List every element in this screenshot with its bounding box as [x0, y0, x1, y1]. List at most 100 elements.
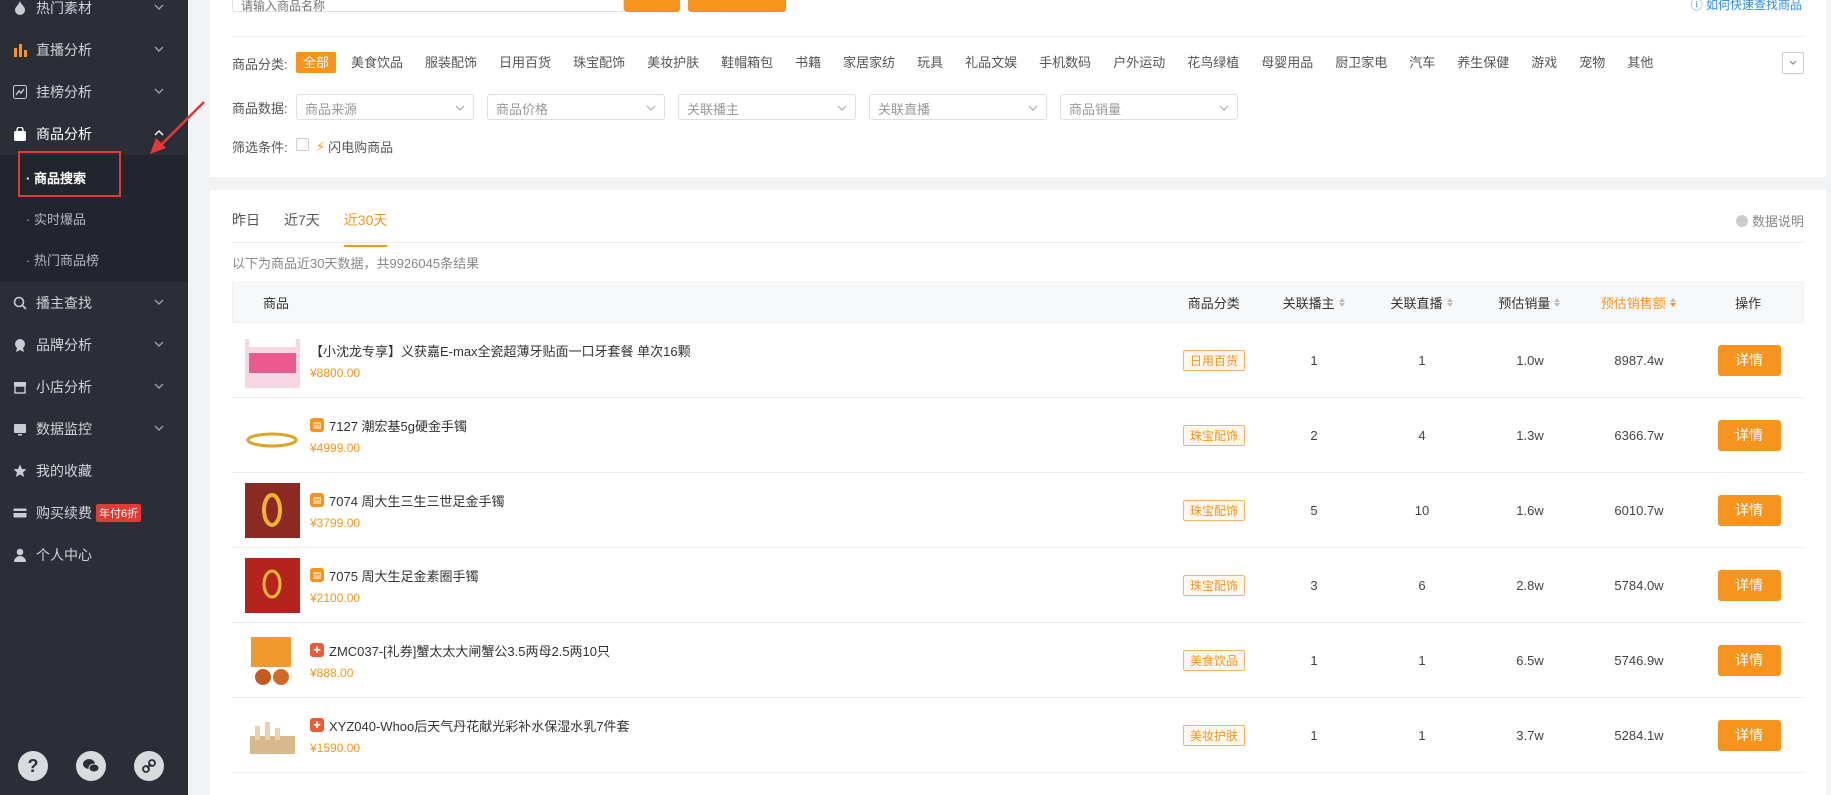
chevron-down-icon — [455, 105, 465, 111]
category-option[interactable]: 鞋帽箱包 — [714, 52, 780, 73]
search-button[interactable] — [624, 0, 680, 12]
nav-item-personal-center[interactable]: 个人中心 — [0, 534, 188, 576]
category-option[interactable]: 其他 — [1620, 52, 1660, 73]
chevron-down-icon — [1028, 105, 1038, 111]
user-icon — [12, 547, 28, 563]
product-thumbnail[interactable] — [245, 407, 300, 463]
detail-button[interactable]: 详情 — [1717, 719, 1781, 751]
category-option[interactable]: 玩具 — [910, 52, 950, 73]
nav-item-my-favorites[interactable]: 我的收藏 — [0, 450, 188, 492]
anchor-select[interactable]: 关联播主 — [678, 94, 856, 120]
store-icon — [12, 379, 28, 395]
product-title[interactable]: ✚ XYZ040-Whoo后天气丹花献光彩补水保湿水乳7件套 — [310, 716, 630, 735]
secondary-top-button[interactable] — [688, 0, 786, 12]
flash-buy-option[interactable]: ⚡ 闪电购商品 — [316, 137, 393, 156]
col-amount[interactable]: 预估销售额 — [1583, 293, 1693, 312]
product-title[interactable]: ▤ 7075 周大生足金素圈手镯 — [310, 566, 479, 585]
flash-buy-checkbox[interactable] — [296, 138, 309, 151]
col-label: 关联播主 — [1282, 296, 1335, 311]
product-table: 商品 商品分类 关联播主 关联直播 预估销量 预估销售额 操作 【小沈龙专享】义… — [232, 282, 1804, 773]
nav-item-purchase-renew[interactable]: 购买续费 年付6折 — [0, 492, 188, 534]
col-lives[interactable]: 关联直播 — [1368, 293, 1476, 312]
product-title-text: 7075 周大生足金素圈手镯 — [329, 568, 479, 584]
product-title[interactable]: ▤ 7127 潮宏基5g硬金手镯 — [310, 416, 467, 435]
chevron-down-icon — [154, 425, 164, 431]
category-option[interactable]: 养生保健 — [1450, 52, 1516, 73]
col-anchors[interactable]: 关联播主 — [1260, 293, 1368, 312]
category-option[interactable]: 母婴用品 — [1254, 52, 1320, 73]
detail-button[interactable]: 详情 — [1717, 569, 1781, 601]
product-price: ¥888.00 — [310, 665, 354, 680]
lives-cell: 1 — [1418, 727, 1426, 743]
category-all[interactable]: 全部 — [296, 52, 337, 73]
category-option[interactable]: 厨卫家电 — [1328, 52, 1394, 73]
nav-item-brand-analysis[interactable]: 品牌分析 — [0, 324, 188, 366]
product-info: ✚ ZMC037-[礼券]蟹太太大闸蟹公3.5两母2.5两10只 ¥888.00 — [310, 641, 610, 680]
anchors-cell: 1 — [1310, 727, 1318, 743]
col-product: 商品 — [263, 296, 290, 311]
nav-item-store-analysis[interactable]: 小店分析 — [0, 366, 188, 408]
nav-item-live-analysis[interactable]: 直播分析 — [0, 29, 188, 71]
nav-label: 热门素材 — [36, 0, 92, 16]
sort-icon — [1338, 298, 1345, 307]
category-option[interactable]: 宠物 — [1572, 52, 1612, 73]
sales-select[interactable]: 商品销量 — [1060, 94, 1238, 120]
store-source-icon: ▤ — [310, 493, 324, 507]
product-title[interactable]: ▤ 7074 周大生三生三世足金手镯 — [310, 491, 505, 510]
category-option[interactable]: 美妆护肤 — [640, 52, 706, 73]
detail-button[interactable]: 详情 — [1717, 494, 1781, 526]
category-option[interactable]: 游戏 — [1524, 52, 1564, 73]
lives-cell: 1 — [1418, 652, 1426, 668]
product-title[interactable]: ✚ ZMC037-[礼券]蟹太太大闸蟹公3.5两母2.5两10只 — [310, 641, 610, 660]
product-title[interactable]: 【小沈龙专享】义获嘉E-max全瓷超薄牙贴面一口牙套餐 单次16颗 — [310, 341, 691, 360]
category-option[interactable]: 珠宝配饰 — [566, 52, 632, 73]
search-input-box[interactable] — [232, 0, 624, 13]
wechat-icon[interactable] — [76, 751, 106, 781]
nav-item-anchor-search[interactable]: 播主查找 — [0, 282, 188, 324]
table-row: 【小沈龙专享】义获嘉E-max全瓷超薄牙贴面一口牙套餐 单次16颗 ¥8800.… — [232, 323, 1804, 398]
category-cell: 日用百货 — [1168, 349, 1260, 371]
table-row: ▤ 7127 潮宏基5g硬金手镯 ¥4999.00 珠宝配饰 2 4 1.3w 6… — [232, 398, 1804, 473]
category-option[interactable]: 日用百货 — [492, 52, 558, 73]
flame-icon — [12, 0, 28, 16]
category-option[interactable]: 花鸟绿植 — [1180, 52, 1246, 73]
info-icon — [1735, 214, 1748, 227]
product-thumbnail[interactable] — [245, 632, 300, 688]
category-option[interactable]: 美食饮品 — [344, 52, 410, 73]
category-option[interactable]: 户外运动 — [1106, 52, 1172, 73]
detail-button[interactable]: 详情 — [1717, 644, 1781, 676]
col-operation: 操作 — [1735, 296, 1762, 311]
category-option[interactable]: 礼品文娱 — [958, 52, 1024, 73]
sub-item-realtime-hot[interactable]: · 实时爆品 — [0, 198, 188, 239]
col-volume[interactable]: 预估销量 — [1475, 293, 1583, 312]
sub-item-hot-product-ranking[interactable]: · 热门商品榜 — [0, 239, 188, 280]
nav-label: 购买续费 — [36, 505, 92, 521]
detail-button[interactable]: 详情 — [1717, 419, 1781, 451]
product-thumbnail[interactable] — [245, 707, 300, 763]
nav-item-data-monitor[interactable]: 数据监控 — [0, 408, 188, 450]
category-option[interactable]: 书籍 — [788, 52, 828, 73]
nav-label: 品牌分析 — [36, 337, 92, 353]
product-thumbnail[interactable] — [245, 482, 300, 538]
volume-cell: 2.8w — [1516, 577, 1544, 593]
data-note-link[interactable]: 数据说明 — [1735, 211, 1804, 230]
detail-button[interactable]: 详情 — [1717, 344, 1781, 376]
product-thumbnail[interactable] — [245, 557, 300, 613]
search-input[interactable] — [233, 0, 623, 13]
nav-item-hot-material[interactable]: 热门素材 — [0, 0, 188, 29]
expand-categories-button[interactable] — [1782, 52, 1804, 74]
category-tag: 珠宝配饰 — [1182, 499, 1245, 521]
link-icon[interactable] — [134, 751, 164, 781]
divider — [232, 242, 1804, 243]
product-thumbnail[interactable] — [245, 333, 300, 388]
category-option[interactable]: 手机数码 — [1032, 52, 1098, 73]
category-option[interactable]: 家居家纺 — [836, 52, 902, 73]
price-select[interactable]: 商品价格 — [487, 94, 665, 120]
help-icon[interactable]: ? — [18, 751, 48, 781]
category-option[interactable]: 服装配饰 — [418, 52, 484, 73]
category-option[interactable]: 汽车 — [1402, 52, 1442, 73]
live-select[interactable]: 关联直播 — [869, 94, 1047, 120]
product-info: ▤ 7074 周大生三生三世足金手镯 ¥3799.00 — [310, 491, 505, 530]
help-link[interactable]: ⓘ 如何快速查找商品 — [1691, 0, 1802, 13]
source-select[interactable]: 商品来源 — [296, 94, 474, 120]
